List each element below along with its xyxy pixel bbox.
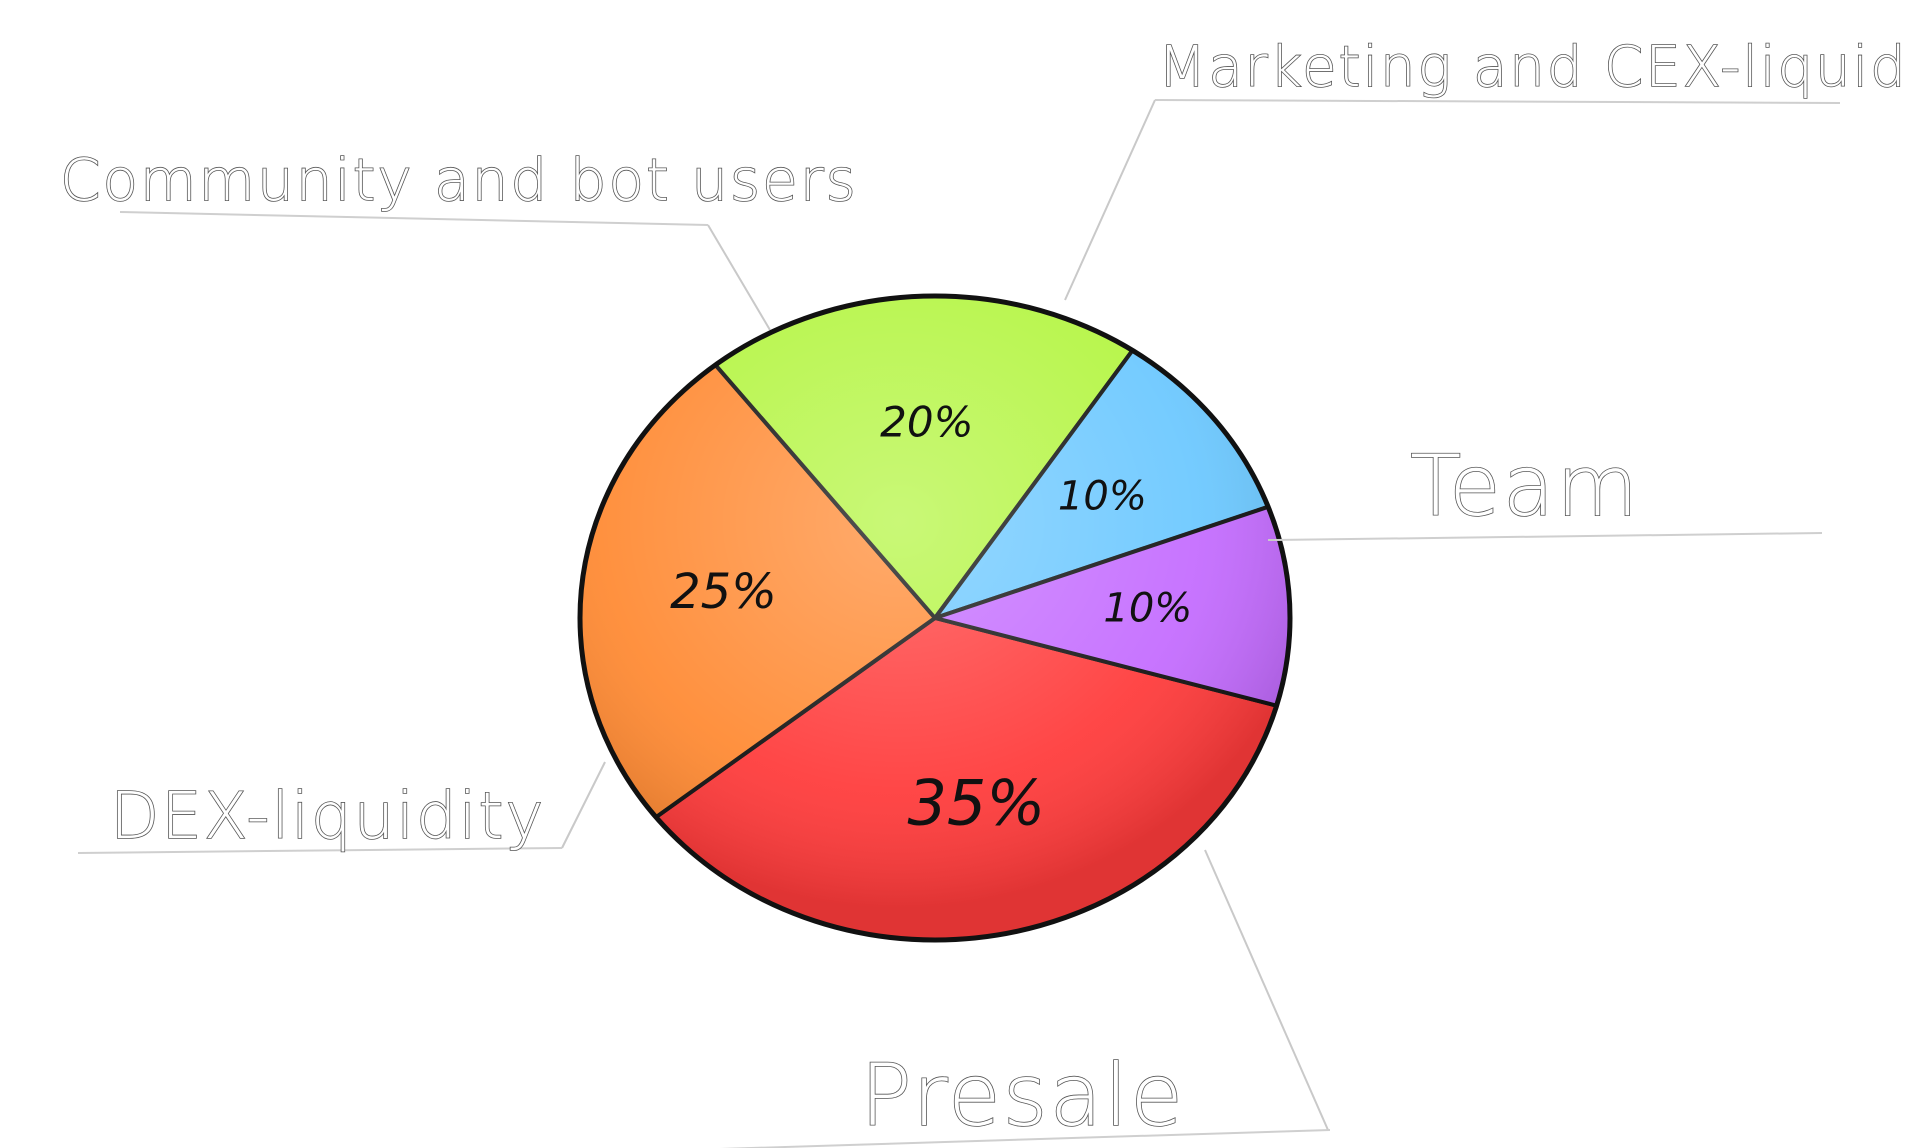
chart-canvas: 35% 25% 20% 10% 10% Presale DEX-liquidity Comm…	[0, 0, 1912, 1148]
value-label-dex-liquidity: 25%	[670, 564, 777, 620]
category-label-community-and-bot-users: Community and bot users	[60, 146, 858, 214]
leader-line-community-and-bot-users	[707, 224, 771, 331]
value-label-community-and-bot-users: 20%	[880, 397, 973, 446]
category-label-team: Team	[1410, 437, 1640, 535]
pie-chart: 35% 25% 20% 10% 10% Presale DEX-liquidity Comm…	[59, 34, 1912, 1148]
label-underline-marketing-and-cex-liquidity	[1154, 99, 1841, 104]
leader-line-dex-liquidity	[561, 761, 606, 849]
value-label-marketing-and-cex-liquidity: 10%	[1058, 474, 1147, 520]
leader-line-presale	[1204, 849, 1329, 1131]
leader-line-marketing-and-cex-liquidity	[1064, 99, 1156, 301]
category-label-dex-liquidity: DEX-liquidity	[110, 780, 545, 854]
value-label-team: 10%	[1103, 586, 1192, 632]
category-label-presale: Presale	[860, 1046, 1185, 1146]
category-label-marketing-and-cex-liquidity: Marketing and CEX-liquidity	[1158, 35, 1912, 100]
value-label-presale: 35%	[907, 767, 1045, 840]
